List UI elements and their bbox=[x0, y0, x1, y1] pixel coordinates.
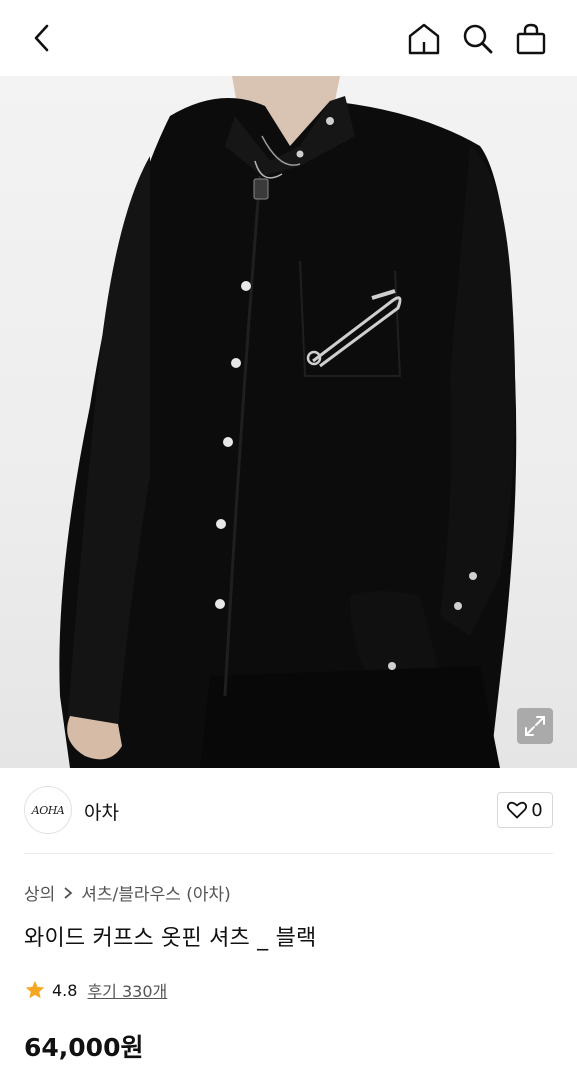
shopping-bag-icon bbox=[516, 23, 546, 55]
back-button[interactable] bbox=[20, 18, 64, 58]
expand-image-button[interactable] bbox=[517, 708, 553, 744]
like-count: 0 bbox=[531, 799, 543, 821]
home-button[interactable] bbox=[402, 17, 446, 61]
product-image[interactable] bbox=[0, 76, 577, 768]
product-title: 와이드 커프스 옷핀 셔츠 _ 블랙 bbox=[24, 926, 317, 951]
cart-button[interactable] bbox=[509, 17, 553, 61]
breadcrumb-category[interactable]: 상의 bbox=[24, 880, 55, 905]
expand-icon bbox=[525, 716, 545, 736]
breadcrumb: 상의 셔츠/블라우스 (아차) bbox=[24, 880, 231, 905]
top-bar bbox=[0, 0, 577, 76]
price: 64,000원 bbox=[24, 1033, 144, 1062]
like-button[interactable]: 0 bbox=[497, 792, 553, 828]
brand-name[interactable]: 아차 bbox=[84, 798, 119, 825]
shirt-illustration bbox=[59, 76, 517, 768]
home-icon bbox=[408, 23, 440, 55]
heart-icon bbox=[507, 801, 528, 819]
chevron-right-icon bbox=[64, 886, 73, 899]
brand-logo[interactable]: AOHA bbox=[24, 786, 72, 834]
search-button[interactable] bbox=[456, 17, 500, 61]
brand-row: AOHA 아차 0 bbox=[24, 786, 553, 834]
review-link[interactable]: 후기 330개 bbox=[87, 978, 167, 1002]
chevron-left-icon bbox=[34, 24, 49, 52]
divider bbox=[24, 853, 553, 854]
breadcrumb-subcategory[interactable]: 셔츠/블라우스 (아차) bbox=[81, 880, 231, 905]
search-icon bbox=[463, 24, 493, 54]
star-icon bbox=[25, 980, 45, 999]
brand-logo-text: AOHA bbox=[31, 803, 65, 817]
rating-row: 4.8 후기 330개 bbox=[24, 978, 167, 1002]
rating-value: 4.8 bbox=[52, 980, 78, 1000]
